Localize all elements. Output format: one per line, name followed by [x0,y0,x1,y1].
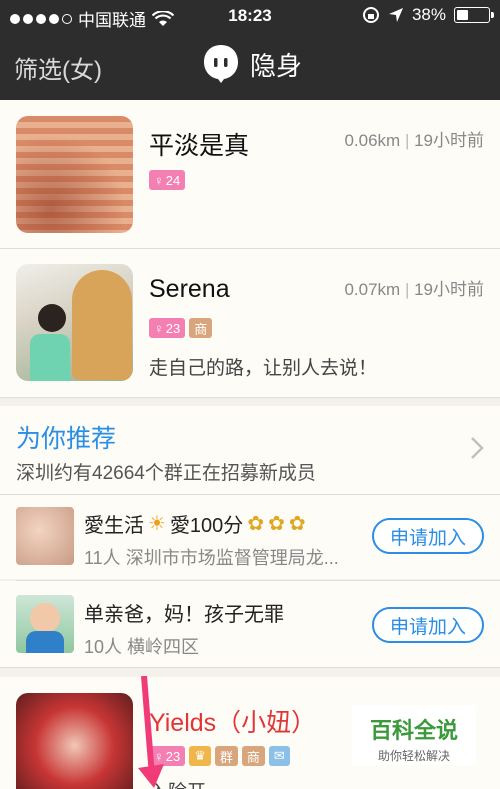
nav-bar: 筛选(女) 隐身 [0,32,500,100]
group-avatar [16,595,74,653]
location-arrow-icon [388,8,403,22]
status-right: 38% [362,5,494,25]
ghost-icon [204,45,238,83]
female-icon: ♀ [154,172,164,188]
stealth-toggle[interactable]: 隐身 [202,44,302,84]
join-group-button[interactable]: 申请加入 [372,518,484,554]
divider [0,667,500,668]
distance: 0.07km [344,280,401,299]
avatar [16,116,133,233]
user-name: 平淡是真 [149,132,250,160]
female-age-badge: ♀ 23 [149,318,186,338]
watermark-subtitle: 助你轻松解决 [377,749,450,763]
top-bar: 中国联通 18:23 38% 筛选(女) 隐身 [0,0,500,100]
group-location: 横岭四区 [127,637,200,657]
group-name-part: 愛100分 [169,515,244,537]
battery-icon [454,7,494,23]
group-badge: 群 [214,746,238,766]
age-value: 23 [165,320,181,336]
crown-icon: ♛ [189,746,211,766]
group-name: 愛生活 ☀ 愛100分 ✿ ✿ ✿ [84,509,306,538]
group-members: 10人 [84,637,123,657]
user-signature: 走自己的路，让别人去说！ [149,358,378,379]
group-item[interactable]: 愛生活 ☀ 愛100分 ✿ ✿ ✿ 11人 深圳市市场监督管理局龙... 申请加… [0,495,500,579]
battery-percent: 38% [411,5,446,24]
user-distance-time: 0.06km | 19小时前 [344,131,484,150]
user-tags: ♀ 24 [149,170,186,190]
female-age-badge: ♀ 24 [149,170,186,190]
business-badge: 商 [189,318,213,338]
chevron-right-icon [471,437,484,459]
sunflower-icon: ✿ [247,513,265,535]
age-value: 24 [165,172,181,188]
status-bar: 中国联通 18:23 38% [0,0,500,32]
group-item[interactable]: 单亲爸，妈！孩子无罪 10人 横岭四区 申请加入 [0,581,500,667]
group-meta: 10人 横岭四区 [84,633,199,659]
business-badge: 商 [241,746,265,766]
avatar [16,264,133,381]
divider [0,397,500,398]
watermark-logo: 百科全说 助你轻松解决 [352,705,476,765]
time-ago: 19小时前 [414,280,484,299]
user-name: Serena [149,275,230,303]
user-distance-time: 0.07km | 19小时前 [344,280,484,299]
watermark-title: 百科全说 [369,718,458,743]
chat-icon: ✉ [268,746,290,766]
female-icon: ♀ [154,320,164,336]
sunflower-icon: ✿ [268,513,285,535]
list-item[interactable]: Serena 0.07km | 19小时前 ♀ 23 商 走自己的路，让别人去说！ [0,249,500,397]
sun-icon: ☀ [148,513,166,535]
time-ago: 19小时前 [414,131,484,150]
recommend-header[interactable]: 为你推荐 深圳约有42664个群正在招募新成员 [0,406,500,494]
sunflower-icon: ✿ [288,513,306,535]
annotation-arrow-icon [138,676,164,788]
list-item[interactable]: 平淡是真 0.06km | 19小时前 ♀ 24 [0,100,500,248]
group-location: 深圳市市场监督管理局龙... [125,548,339,568]
group-members: 11人 [84,548,121,568]
user-tags: ♀ 23 商 [149,318,213,338]
avatar [16,693,133,789]
group-name: 单亲爸，妈！孩子无罪 [84,604,284,626]
group-name-part: 愛生活 [84,515,144,537]
stealth-label: 隐身 [250,50,303,81]
group-meta: 11人 深圳市市场监督管理局龙... [84,544,339,570]
group-avatar [16,507,74,565]
distance: 0.06km [344,131,401,150]
filter-button[interactable]: 筛选(女) [14,50,102,85]
recommend-title: 为你推荐 [16,425,117,453]
rotation-lock-icon [362,7,379,23]
join-group-button[interactable]: 申请加入 [372,607,484,643]
recommend-subtitle: 深圳约有42664个群正在招募新成员 [16,463,316,484]
